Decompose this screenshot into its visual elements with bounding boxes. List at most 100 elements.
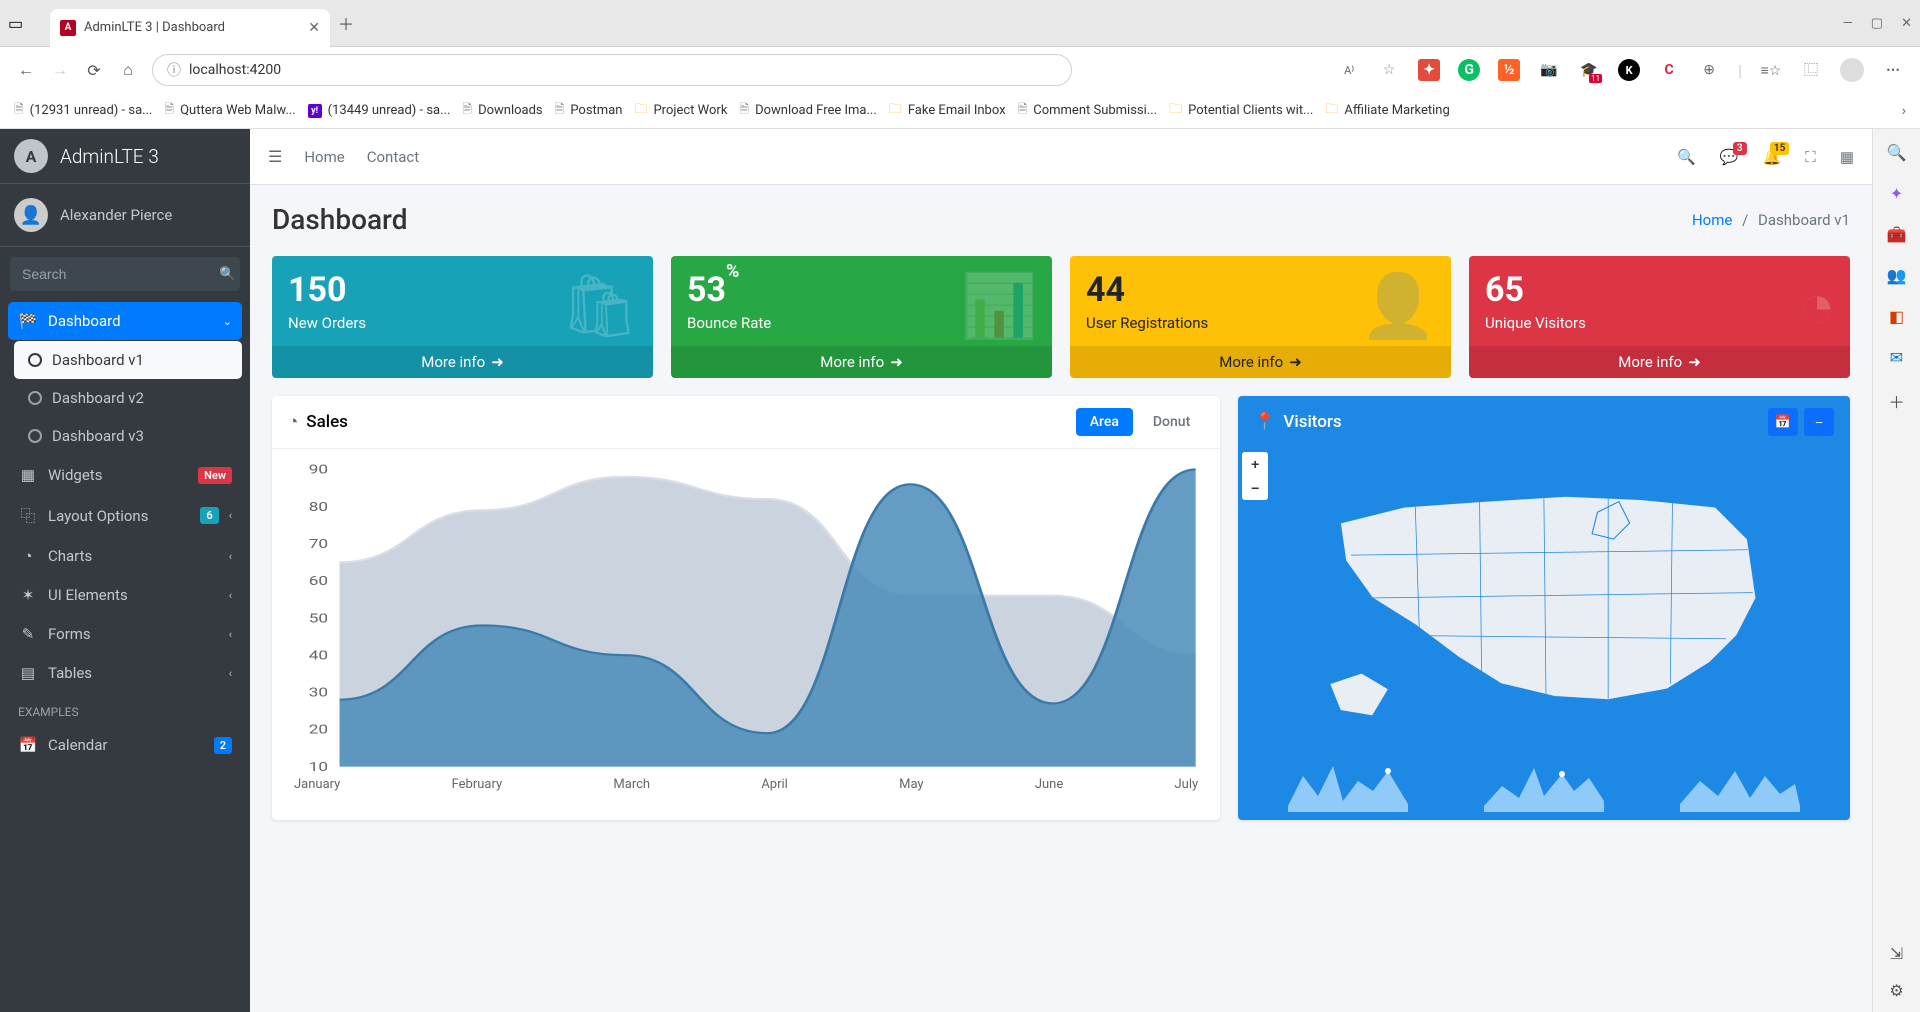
- bookmark-item[interactable]: 🗀Fake Email Inbox: [889, 100, 1006, 122]
- sidebar-item-widgets[interactable]: ▦ Widgets New: [8, 456, 242, 494]
- sidebar-item-ui-elements[interactable]: ✶ UI Elements ‹: [8, 576, 242, 614]
- badge-new: New: [198, 467, 232, 484]
- bookmark-item[interactable]: 🗀 Potential Clients wit...: [1169, 100, 1313, 122]
- bookmark-label: Potential Clients wit...: [1188, 103, 1313, 118]
- calendar-icon: 📅: [1775, 414, 1791, 430]
- edge-settings-icon[interactable]: ⚙: [1889, 981, 1903, 1000]
- minimize-button[interactable]: —: [1843, 16, 1853, 31]
- edge-search-icon[interactable]: 🔍: [1887, 143, 1907, 162]
- bookmark-item[interactable]: 🗎Download Free Ima...: [739, 100, 876, 121]
- edge-people-icon[interactable]: 👥: [1887, 266, 1907, 285]
- site-info-icon[interactable]: ⓘ: [167, 60, 181, 80]
- sidebar-item-layout-options[interactable]: ⿻ Layout Options 6 ‹: [8, 495, 242, 536]
- close-window-button[interactable]: ✕: [1901, 16, 1912, 31]
- ext-icon-2[interactable]: ½: [1498, 59, 1520, 81]
- reload-button[interactable]: ⟳: [84, 61, 104, 80]
- chevron-left-icon: ‹: [229, 509, 232, 522]
- more-menu-icon[interactable]: ⋯: [1882, 59, 1904, 81]
- sidebar-subitem-dashboard-v3[interactable]: Dashboard v3: [14, 417, 242, 455]
- circle-icon: [28, 429, 42, 443]
- sparkline-2: [1484, 756, 1604, 812]
- visitors-map[interactable]: + −: [1238, 448, 1850, 748]
- panel-toggle-icon[interactable]: ▭: [8, 14, 44, 33]
- stat-box-unique-visitors: 65 Unique Visitors ◔ More info ➜: [1469, 256, 1850, 378]
- bookmark-item[interactable]: 🗎Postman: [555, 100, 623, 121]
- tab-donut[interactable]: Donut: [1139, 408, 1204, 436]
- folder-icon: 🗀: [1169, 100, 1182, 122]
- zoom-in-button[interactable]: +: [1242, 452, 1268, 476]
- topbar-link-home[interactable]: Home: [304, 148, 344, 166]
- back-button[interactable]: ←: [16, 60, 36, 80]
- edge-copilot-icon[interactable]: ✦: [1890, 184, 1903, 203]
- ext-screenshot-icon[interactable]: 📷: [1538, 59, 1560, 81]
- browser-tab[interactable]: A AdminLTE 3 | Dashboard ✕: [50, 9, 330, 47]
- collections-icon[interactable]: ⿺: [1800, 59, 1822, 81]
- sidebar-search-input[interactable]: [10, 257, 215, 291]
- breadcrumb-home[interactable]: Home: [1692, 211, 1732, 229]
- home-button[interactable]: ⌂: [118, 60, 138, 80]
- sidebar-subitem-dashboard-v1[interactable]: Dashboard v1: [14, 341, 242, 379]
- topbar-search-icon[interactable]: 🔍: [1677, 148, 1696, 166]
- edge-add-icon[interactable]: ＋: [1888, 389, 1904, 413]
- topbar-grid-icon[interactable]: ▦: [1840, 148, 1854, 166]
- sidebar-search-button[interactable]: 🔍: [215, 257, 240, 291]
- address-bar[interactable]: ⓘ localhost:4200: [152, 54, 1072, 86]
- ext-icon-3[interactable]: 🎓11: [1578, 59, 1600, 81]
- chevron-left-icon: ‹: [229, 550, 232, 563]
- bookmark-item[interactable]: 🗎Quttera Web Malw...: [164, 100, 295, 121]
- stat-more-link[interactable]: More info ➜: [1070, 346, 1451, 378]
- close-tab-icon[interactable]: ✕: [308, 20, 320, 36]
- visitors-card-header: 📍 Visitors 📅 −: [1238, 396, 1850, 448]
- sidebar-item-tables[interactable]: ▤ Tables ‹: [8, 654, 242, 692]
- nav-label: Layout Options: [48, 507, 190, 525]
- ext-icon-4[interactable]: K: [1618, 59, 1640, 81]
- stat-more-link[interactable]: More info ➜: [272, 346, 653, 378]
- edge-tools-icon[interactable]: 🧰: [1887, 225, 1907, 244]
- file-icon: 🗎: [739, 100, 749, 121]
- sidebar-item-calendar[interactable]: 📅 Calendar 2: [8, 726, 242, 764]
- bookmark-item[interactable]: 🗎Comment Submissi...: [1018, 100, 1158, 121]
- stat-more-link[interactable]: More info ➜: [1469, 346, 1850, 378]
- bookmark-item[interactable]: 🗀Project Work: [634, 100, 727, 122]
- edge-office-icon[interactable]: ◧: [1889, 307, 1904, 326]
- topbar-notifications-icon[interactable]: 🔔15: [1763, 148, 1782, 166]
- topbar-messages-icon[interactable]: 💬3: [1720, 148, 1739, 166]
- bookmarks-overflow-icon[interactable]: ›: [1902, 103, 1906, 119]
- extensions-icon[interactable]: ⊕: [1698, 59, 1720, 81]
- nav-label: Forms: [48, 625, 219, 643]
- zoom-out-button[interactable]: −: [1242, 476, 1268, 500]
- stat-more-link[interactable]: More info ➜: [671, 346, 1052, 378]
- sidebar-item-charts[interactable]: ◔ Charts ‹: [8, 537, 242, 575]
- topbar-link-contact[interactable]: Contact: [367, 148, 419, 166]
- topbar-expand-icon[interactable]: ⛶: [1805, 148, 1816, 166]
- ext-icon-5[interactable]: C: [1658, 59, 1680, 81]
- maximize-button[interactable]: ▢: [1871, 16, 1883, 31]
- bookmark-item[interactable]: 🗎Downloads: [462, 100, 542, 121]
- user-name: Alexander Pierce: [60, 206, 172, 224]
- sidebar-toggle-icon[interactable]: ☰: [268, 147, 282, 166]
- ext-grammarly-icon[interactable]: G: [1458, 59, 1480, 81]
- bookmark-item[interactable]: y!(13449 unread) - sa...: [308, 103, 451, 118]
- read-aloud-icon[interactable]: A⁾: [1338, 59, 1360, 81]
- favorites-bar-icon[interactable]: ≡☆: [1760, 59, 1782, 81]
- brand-link[interactable]: A AdminLTE 3: [0, 129, 250, 184]
- user-panel[interactable]: 👤 Alexander Pierce: [0, 184, 250, 247]
- stat-box-new-orders: 150 New Orders 🛍 More info ➜: [272, 256, 653, 378]
- new-tab-button[interactable]: ＋: [338, 11, 354, 35]
- profile-avatar-icon[interactable]: [1840, 58, 1864, 82]
- ext-icon-1[interactable]: ✦: [1418, 59, 1440, 81]
- collapse-button[interactable]: −: [1804, 408, 1834, 436]
- file-icon: 🗎: [14, 100, 24, 121]
- tab-area[interactable]: Area: [1076, 408, 1133, 436]
- svg-text:20: 20: [309, 722, 328, 737]
- bookmark-item[interactable]: 🗀Affiliate Marketing: [1325, 100, 1449, 122]
- edge-outlook-icon[interactable]: ✉: [1890, 348, 1903, 367]
- sidebar-item-dashboard[interactable]: 🏁 Dashboard ⌄: [8, 302, 242, 340]
- sidebar-item-forms[interactable]: ✎ Forms ‹: [8, 615, 242, 653]
- bookmark-item[interactable]: 🗎(12931 unread) - sa...: [14, 100, 152, 121]
- sidebar-subitem-dashboard-v2[interactable]: Dashboard v2: [14, 379, 242, 417]
- favorite-icon[interactable]: ☆: [1378, 59, 1400, 81]
- calendar-button[interactable]: 📅: [1768, 408, 1798, 436]
- sub-label: Dashboard v3: [52, 427, 144, 445]
- edge-feedback-icon[interactable]: ⇲: [1890, 944, 1903, 963]
